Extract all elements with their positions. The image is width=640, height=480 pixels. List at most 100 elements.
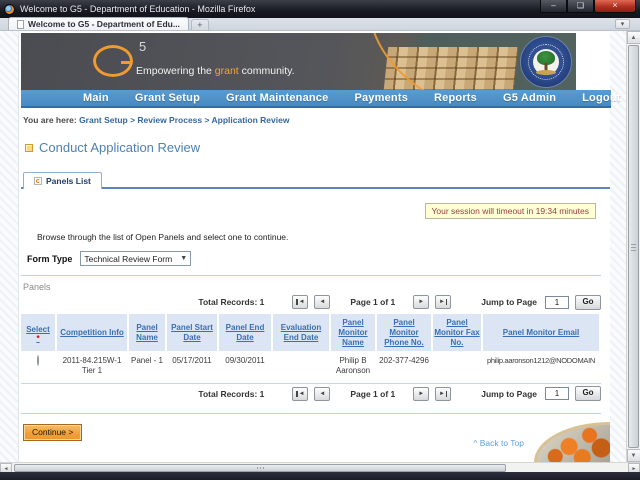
nav-main[interactable]: Main [83,92,109,104]
select-panel-radio[interactable] [37,355,39,366]
last-page-button[interactable]: ► [435,295,451,309]
tagline-prefix: Empowering the [136,65,215,77]
status-bar [0,472,640,480]
continue-button[interactable]: Continue > [23,424,82,441]
window-titlebar: Welcome to G5 - Department of Education … [0,0,640,18]
cell-panel-start-date: 05/17/2011 [167,351,217,380]
pagination-top: Total Records: 1 ◄ ◄ Page 1 of 1 ► ► Jum… [21,292,601,312]
first-page-icon: ◄ [299,391,305,397]
first-page-button-bottom[interactable]: ◄ [292,387,308,401]
scroll-down-icon[interactable]: ▼ [627,449,640,462]
close-button[interactable]: × [594,0,636,13]
page-indicator-bottom: Page 1 of 1 [350,389,395,399]
minimize-button[interactable]: – [540,0,567,13]
table-row: 2011-84.215W-1 Tier 1 Panel - 1 05/17/20… [21,351,601,380]
go-button-bottom[interactable]: Go [575,386,601,401]
browser-tab-title: Welcome to G5 - Department of Edu... [28,19,180,29]
next-page-button-bottom[interactable]: ► [413,387,429,401]
browser-tab[interactable]: Welcome to G5 - Department of Edu... [8,17,189,30]
next-page-button[interactable]: ► [413,295,429,309]
education-seal-icon [520,36,572,88]
seal-base [536,70,556,75]
footer-divider [21,413,601,414]
jump-to-page-input[interactable] [545,296,569,309]
horizontal-scrollbar[interactable]: ◄ ► [0,462,640,472]
form-type-label: Form Type [27,254,72,264]
nav-payments[interactable]: Payments [354,92,408,104]
page-indicator: Page 1 of 1 [350,297,395,307]
first-page-icon: ◄ [299,299,305,305]
select-dropdown-arrow-icon: ▼ [172,255,187,262]
title-bullet-icon [25,144,33,152]
jump-to-page-label: Jump to Page [481,297,537,307]
go-button[interactable]: Go [575,295,601,310]
cell-competition-info: 2011-84.215W-1 Tier 1 [57,351,127,380]
firefox-icon [4,4,15,15]
jump-to-page-label-bottom: Jump to Page [481,389,537,399]
breadcrumb: You are here: Grant Setup > Review Proce… [23,115,610,125]
window-title: Welcome to G5 - Department of Education … [20,4,255,14]
g5-banner: 5 Empowering the grant community. [21,33,576,90]
tab-panels-list[interactable]: Panels List [23,172,102,189]
header-panel-start-date[interactable]: Panel Start Date [167,314,217,351]
form-type-select[interactable]: Technical Review Form ▼ [80,251,191,266]
instruction-text: Browse through the list of Open Panels a… [37,232,610,242]
prev-page-icon: ◄ [319,391,325,397]
scroll-up-icon[interactable]: ▲ [627,31,640,44]
page-content: 5 Empowering the grant community. Main G… [18,31,610,462]
prev-page-button[interactable]: ◄ [314,295,330,309]
page-title: Conduct Application Review [39,140,200,155]
nav-logout[interactable]: Logout [582,92,620,104]
session-timeout-message: Your session will timeout in 19:34 minut… [425,203,597,219]
new-tab-button[interactable]: + [191,19,209,30]
nav-g5-admin[interactable]: G5 Admin [503,92,556,104]
header-monitor-fax[interactable]: Panel Monitor Fax No. [433,314,481,351]
horizontal-scroll-thumb[interactable] [14,464,506,472]
maximize-button[interactable]: ❏ [567,0,594,13]
first-page-button[interactable]: ◄ [292,295,308,309]
header-monitor-email[interactable]: Panel Monitor Email [483,314,599,351]
header-select[interactable]: Select* [21,314,55,351]
g5-logo-5: 5 [139,39,146,54]
next-page-icon: ► [418,391,424,397]
panels-tab-row: Panels List [21,172,610,189]
next-page-icon: ► [418,299,424,305]
header-evaluation-end-date[interactable]: Evaluation End Date [273,314,329,351]
nav-reports[interactable]: Reports [434,92,477,104]
panels-section-label: Panels [23,282,610,292]
page-background: 5 Empowering the grant community. Main G… [0,31,626,462]
main-navbar: Main Grant Setup Grant Maintenance Payme… [21,90,611,108]
banner-tagline: Empowering the grant community. [136,65,295,77]
breadcrumb-path[interactable]: Grant Setup > Review Process > Applicati… [79,115,289,125]
total-records-bottom: Total Records: 1 [198,389,264,399]
panels-tab-label: Panels List [46,176,91,186]
panels-table: Select* Competition Info Panel Name Pane… [21,314,601,384]
header-monitor-phone[interactable]: Panel Monitor Phone No. [377,314,431,351]
vertical-scroll-thumb[interactable] [628,45,639,448]
vertical-scrollbar[interactable]: ▲ ▼ [626,31,640,462]
list-tabs-button[interactable]: ▾ [615,19,630,29]
last-page-icon: ► [439,299,445,305]
last-page-button-bottom[interactable]: ► [435,387,451,401]
prev-page-button-bottom[interactable]: ◄ [314,387,330,401]
jump-to-page-input-bottom[interactable] [545,387,569,400]
pagination-bottom: Total Records: 1 ◄ ◄ Page 1 of 1 ► ► Jum… [21,384,601,404]
header-panel-name[interactable]: Panel Name [129,314,165,351]
header-competition-info[interactable]: Competition Info [57,314,127,351]
cell-panel-end-date: 09/30/2011 [219,351,271,380]
header-panel-end-date[interactable]: Panel End Date [219,314,271,351]
form-type-value: Technical Review Form [84,254,172,264]
scroll-left-icon[interactable]: ◄ [0,463,12,473]
nav-grant-setup[interactable]: Grant Setup [135,92,200,104]
scroll-right-icon[interactable]: ► [628,463,640,473]
g5-logo-icon [93,45,133,77]
browser-tabstrip: Welcome to G5 - Department of Edu... + ▾ [0,18,640,31]
header-monitor-name[interactable]: Panel Monitor Name [331,314,375,351]
nav-grant-maintenance[interactable]: Grant Maintenance [226,92,328,104]
cell-monitor-phone: 202-377-4296 [377,351,431,380]
section-divider [21,275,601,276]
tagline-highlight: grant [215,65,239,77]
required-marker: * [36,337,39,341]
breadcrumb-prefix: You are here: [23,115,79,125]
back-to-top-link[interactable]: ^ Back to Top [473,438,524,448]
